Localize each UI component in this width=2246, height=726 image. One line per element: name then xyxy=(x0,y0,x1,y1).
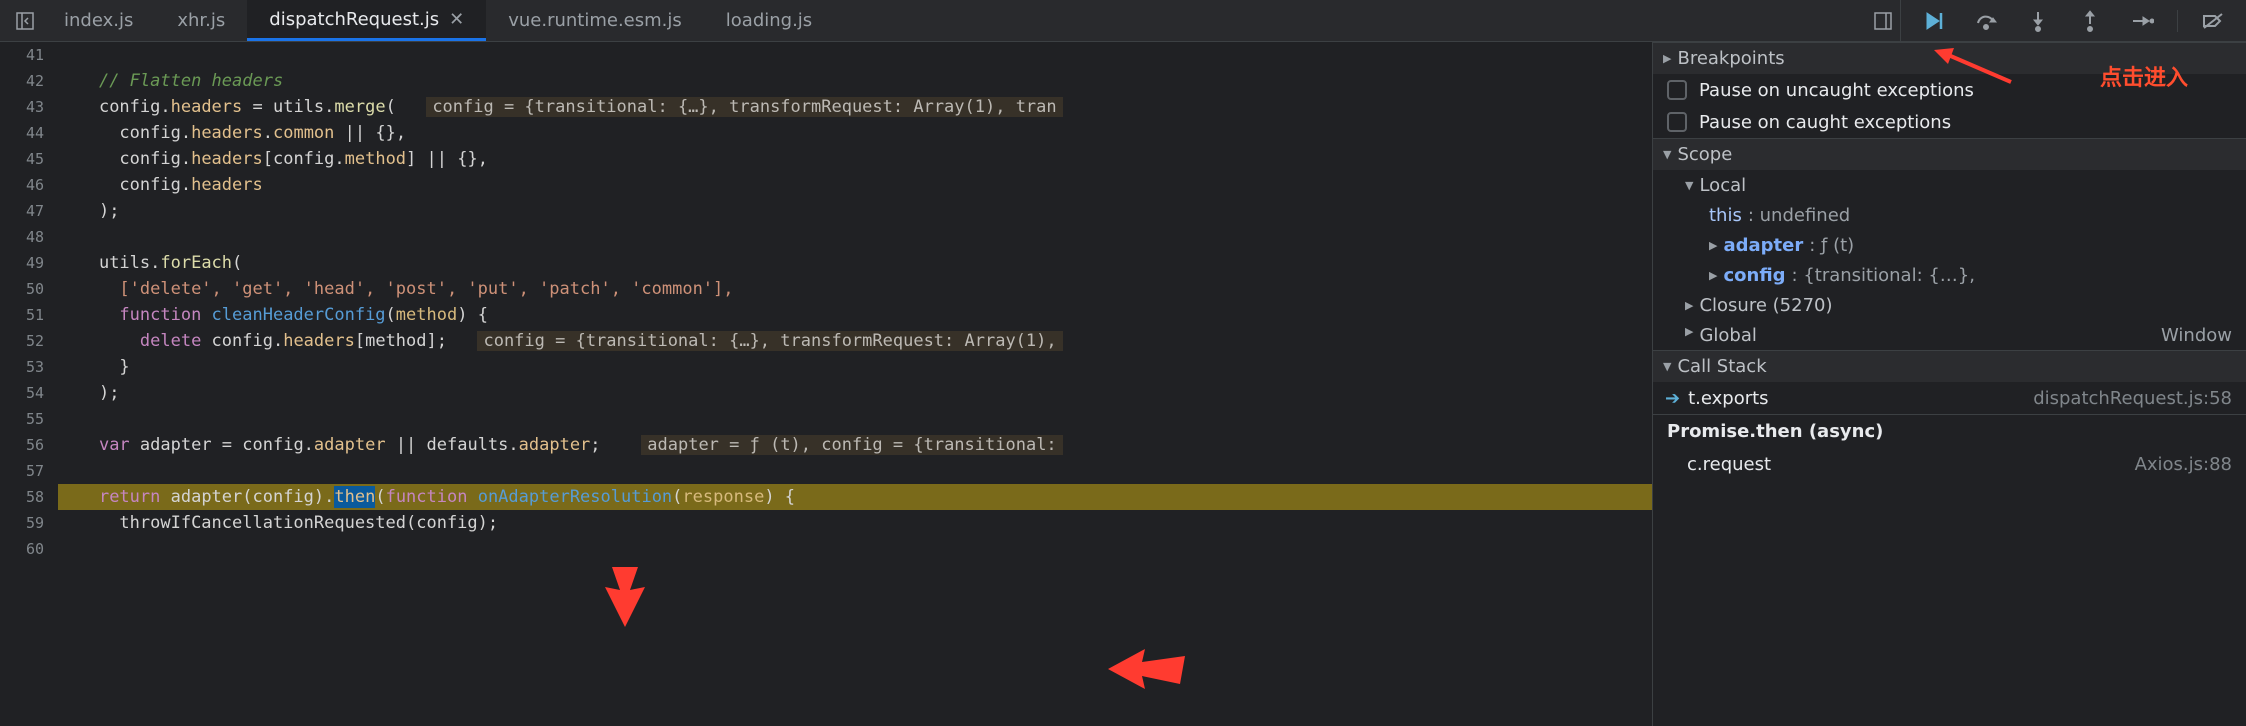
async-separator: Promise.then (async) xyxy=(1653,414,2246,448)
inline-hint: adapter = ƒ (t), config = {transitional: xyxy=(641,435,1062,455)
deactivate-breakpoints-icon[interactable] xyxy=(2196,4,2230,38)
chevron-right-icon: ▶ xyxy=(1685,325,1693,346)
step-out-icon[interactable] xyxy=(2073,4,2107,38)
current-frame-icon: ➔ xyxy=(1665,388,1680,409)
step-icon[interactable] xyxy=(2125,4,2159,38)
tab-xhr[interactable]: xhr.js xyxy=(155,0,247,41)
pause-caught-checkbox[interactable]: Pause on caught exceptions xyxy=(1653,106,2246,138)
callstack-section[interactable]: ▼ Call Stack xyxy=(1653,350,2246,382)
chevron-right-icon: ▶ xyxy=(1685,299,1693,312)
scope-closure[interactable]: ▶ Closure (5270) xyxy=(1653,290,2246,320)
chevron-right-icon: ▶ xyxy=(1709,239,1717,252)
stack-frame[interactable]: c.request Axios.js:88 xyxy=(1653,448,2246,480)
chevron-down-icon: ▼ xyxy=(1663,360,1671,373)
tab-dispatchrequest[interactable]: dispatchRequest.js✕ xyxy=(247,0,486,41)
resume-icon[interactable] xyxy=(1917,4,1951,38)
chevron-right-icon: ▶ xyxy=(1663,52,1671,65)
close-tab-icon[interactable]: ✕ xyxy=(449,9,464,30)
scope-adapter[interactable]: ▶ adapter: ƒ (t) xyxy=(1653,230,2246,260)
step-over-icon[interactable] xyxy=(1969,4,2003,38)
scope-local[interactable]: ▼ Local xyxy=(1653,170,2246,200)
stack-frame[interactable]: ➔t.exports dispatchRequest.js:58 xyxy=(1653,382,2246,414)
scope-config[interactable]: ▶ config: {transitional: {…}, xyxy=(1653,260,2246,290)
step-into-icon[interactable] xyxy=(2021,4,2055,38)
scope-section[interactable]: ▼ Scope xyxy=(1653,138,2246,170)
toggle-sidebar-icon[interactable] xyxy=(1866,4,1900,38)
checkbox-icon[interactable] xyxy=(1667,80,1687,100)
tab-vue-runtime[interactable]: vue.runtime.esm.js xyxy=(486,0,704,41)
code-area[interactable]: // Flatten headers config.headers = util… xyxy=(58,42,1652,726)
debug-controls xyxy=(1900,0,2246,41)
checkbox-icon[interactable] xyxy=(1667,112,1687,132)
code-editor[interactable]: 41 42 43 44 45 46 47 48 49 50 51 52 53 5… xyxy=(0,42,1652,726)
chevron-down-icon: ▼ xyxy=(1685,179,1693,192)
tab-index[interactable]: index.js xyxy=(42,0,155,41)
scope-this[interactable]: this: undefined xyxy=(1653,200,2246,230)
inline-hint: config = {transitional: {…}, transformRe… xyxy=(477,331,1062,351)
line-gutter: 41 42 43 44 45 46 47 48 49 50 51 52 53 5… xyxy=(0,42,58,726)
inline-hint: config = {transitional: {…}, transformRe… xyxy=(426,97,1062,117)
tabbar: index.js xhr.js dispatchRequest.js✕ vue.… xyxy=(0,0,2246,42)
tab-loading[interactable]: loading.js xyxy=(704,0,834,41)
chevron-down-icon: ▼ xyxy=(1663,148,1671,161)
toggle-nav-icon[interactable] xyxy=(8,4,42,38)
annotation-text: 点击进入 xyxy=(2100,60,2188,92)
scope-global[interactable]: ▶Global Window xyxy=(1653,320,2246,350)
current-exec-line: return adapter(config).then(function onA… xyxy=(58,484,1652,510)
chevron-right-icon: ▶ xyxy=(1709,269,1717,282)
debugger-sidebar: 点击进入 ▶ Breakpoints Pause on uncaught exc… xyxy=(1652,42,2246,726)
